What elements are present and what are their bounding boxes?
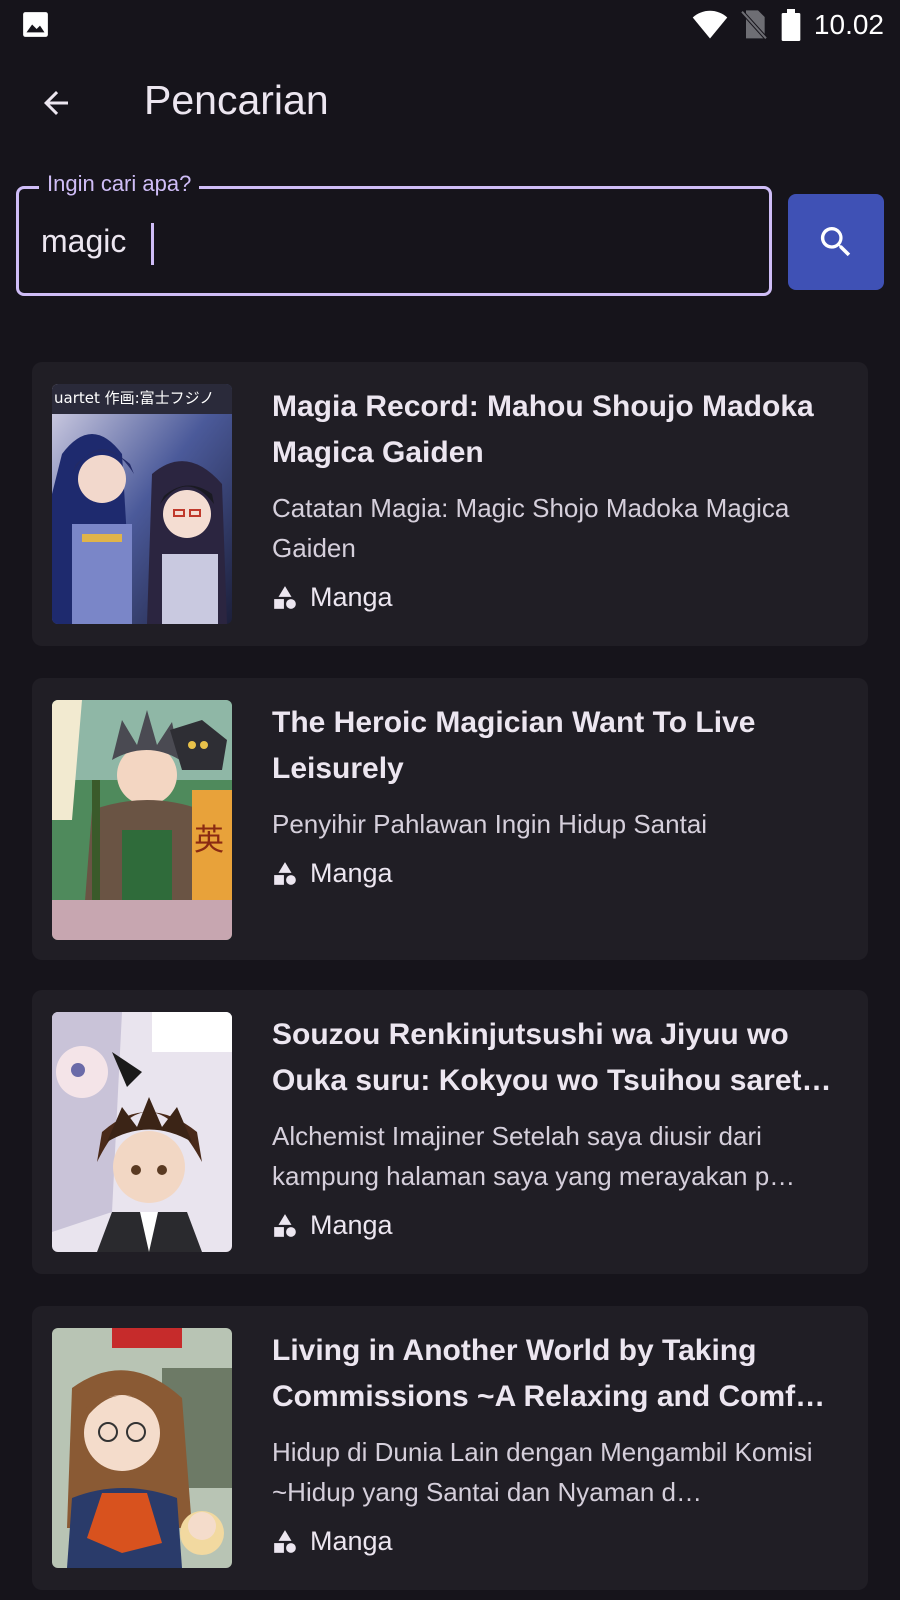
cover-image [52, 1328, 232, 1568]
result-title: Souzou Renkinjutsushi wa Jiyuu wo Ouka s… [272, 1018, 832, 1097]
wifi-icon [692, 10, 728, 39]
gallery-icon [23, 12, 48, 37]
battery-icon [781, 9, 801, 41]
search-label: Ingin cari apa? [39, 171, 200, 197]
result-subtitle: Penyihir Pahlawan Ingin Hidup Santai [272, 809, 708, 839]
search-icon [820, 227, 851, 257]
result-type-label: Manga [310, 858, 393, 888]
shapes-icon [274, 585, 296, 609]
card-body: Souzou Renkinjutsushi wa Jiyuu wo Ouka s… [272, 1012, 842, 1241]
card-body: Living in Another World by Taking Commis… [272, 1328, 842, 1557]
cover-image: uartet 作画:富士フジノ [52, 384, 232, 624]
result-card[interactable]: uartet 作画:富士フジノ Magia Record: Mahou Shou… [32, 362, 868, 646]
cover-caption: uartet 作画:富士フジノ [54, 389, 214, 407]
result-subtitle: Alchemist Imajiner Setelah saya diusir d… [272, 1121, 796, 1191]
card-body: Magia Record: Mahou Shoujo Madoka Magica… [272, 384, 842, 613]
result-type: Manga [272, 858, 842, 889]
result-type-label: Manga [310, 1210, 393, 1240]
cover-image: 英 [52, 700, 232, 940]
search-input[interactable] [41, 219, 741, 263]
cover-image [52, 1012, 232, 1252]
no-sim-icon [740, 10, 768, 40]
result-title: Magia Record: Mahou Shoujo Madoka Magica… [272, 390, 814, 469]
result-type-label: Manga [310, 582, 393, 612]
result-card[interactable]: Living in Another World by Taking Commis… [32, 1306, 868, 1590]
status-icons: 10.02 [692, 8, 884, 42]
app-bar: Pencarian [0, 58, 900, 148]
shapes-icon [274, 1529, 296, 1553]
result-title: Living in Another World by Taking Commis… [272, 1334, 826, 1413]
result-type-label: Manga [310, 1526, 393, 1556]
result-subtitle: Hidup di Dunia Lain dengan Mengambil Kom… [272, 1437, 813, 1507]
result-card[interactable]: 英 The Heroic Magician Want To Live Leisu… [32, 678, 868, 960]
card-body: The Heroic Magician Want To Live Leisure… [272, 700, 842, 889]
search-field[interactable]: Ingin cari apa? [16, 171, 772, 296]
result-type: Manga [272, 582, 842, 613]
svg-text:英: 英 [194, 823, 224, 858]
shapes-icon [274, 861, 296, 885]
status-bar: 10.02 [0, 0, 900, 50]
back-button[interactable] [28, 78, 84, 128]
page-title: Pencarian [144, 77, 329, 123]
status-time: 10.02 [813, 9, 884, 40]
result-type: Manga [272, 1526, 842, 1557]
result-card[interactable]: Souzou Renkinjutsushi wa Jiyuu wo Ouka s… [32, 990, 868, 1274]
shapes-icon [274, 1213, 296, 1237]
search-button[interactable] [788, 194, 884, 290]
result-subtitle: Catatan Magia: Magic Shojo Madoka Magica… [272, 493, 790, 563]
result-title: The Heroic Magician Want To Live Leisure… [272, 706, 756, 785]
arrow-left-icon [44, 91, 68, 115]
text-caret [151, 223, 154, 265]
result-type: Manga [272, 1210, 842, 1241]
